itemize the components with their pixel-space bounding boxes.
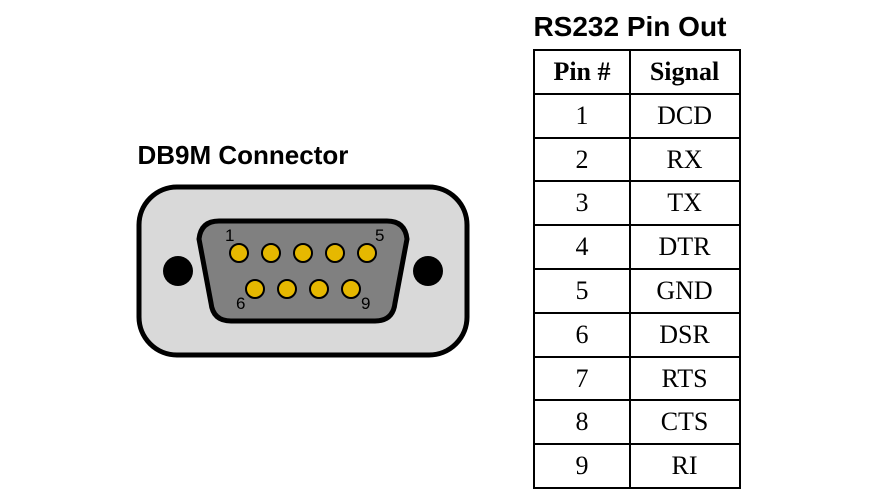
pin-label-5: 5 xyxy=(375,226,384,245)
pin-6 xyxy=(246,280,264,298)
table-row: 4 DTR xyxy=(534,225,739,269)
screw-right xyxy=(413,256,443,286)
table-row: 8 CTS xyxy=(534,400,739,444)
cell-signal: RTS xyxy=(630,357,740,401)
cell-signal: DSR xyxy=(630,313,740,357)
cell-signal: RX xyxy=(630,138,740,182)
cell-signal: TX xyxy=(630,181,740,225)
table-row: 5 GND xyxy=(534,269,739,313)
cell-signal: CTS xyxy=(630,400,740,444)
pin-7 xyxy=(278,280,296,298)
cell-pin: 2 xyxy=(534,138,629,182)
cell-pin: 1 xyxy=(534,94,629,138)
pin-4 xyxy=(326,244,344,262)
table-section: RS232 Pin Out Pin # Signal 1 DCD 2 RX 3 xyxy=(533,11,740,489)
table-row: 9 RI xyxy=(534,444,739,488)
cell-pin: 8 xyxy=(534,400,629,444)
cell-pin: 5 xyxy=(534,269,629,313)
connector-label: DB9M Connector xyxy=(137,140,348,171)
table-row: 7 RTS xyxy=(534,357,739,401)
cell-pin: 7 xyxy=(534,357,629,401)
pin-5 xyxy=(358,244,376,262)
pinout-table: Pin # Signal 1 DCD 2 RX 3 TX 4 xyxy=(533,49,740,489)
connector-section: DB9M Connector 1 5 6 9 xyxy=(133,140,473,361)
pin-1 xyxy=(230,244,248,262)
cell-pin: 4 xyxy=(534,225,629,269)
table-title: RS232 Pin Out xyxy=(533,11,740,43)
pin-8 xyxy=(310,280,328,298)
pin-2 xyxy=(262,244,280,262)
db9m-connector-diagram: 1 5 6 9 xyxy=(133,181,473,361)
table-row: 2 RX xyxy=(534,138,739,182)
cell-signal: DCD xyxy=(630,94,740,138)
table-body: 1 DCD 2 RX 3 TX 4 DTR 5 GND xyxy=(534,94,739,488)
cell-pin: 6 xyxy=(534,313,629,357)
table-header-row: Pin # Signal xyxy=(534,50,739,94)
screw-left xyxy=(163,256,193,286)
pin-label-9: 9 xyxy=(361,294,370,313)
diagram-container: DB9M Connector 1 5 6 9 xyxy=(0,0,874,500)
pin-3 xyxy=(294,244,312,262)
pin-9 xyxy=(342,280,360,298)
pin-label-6: 6 xyxy=(236,294,245,313)
cell-pin: 3 xyxy=(534,181,629,225)
header-signal: Signal xyxy=(630,50,740,94)
cell-signal: RI xyxy=(630,444,740,488)
cell-signal: GND xyxy=(630,269,740,313)
table-row: 1 DCD xyxy=(534,94,739,138)
table-row: 6 DSR xyxy=(534,313,739,357)
header-pin: Pin # xyxy=(534,50,629,94)
table-row: 3 TX xyxy=(534,181,739,225)
cell-pin: 9 xyxy=(534,444,629,488)
cell-signal: DTR xyxy=(630,225,740,269)
pin-label-1: 1 xyxy=(225,226,234,245)
